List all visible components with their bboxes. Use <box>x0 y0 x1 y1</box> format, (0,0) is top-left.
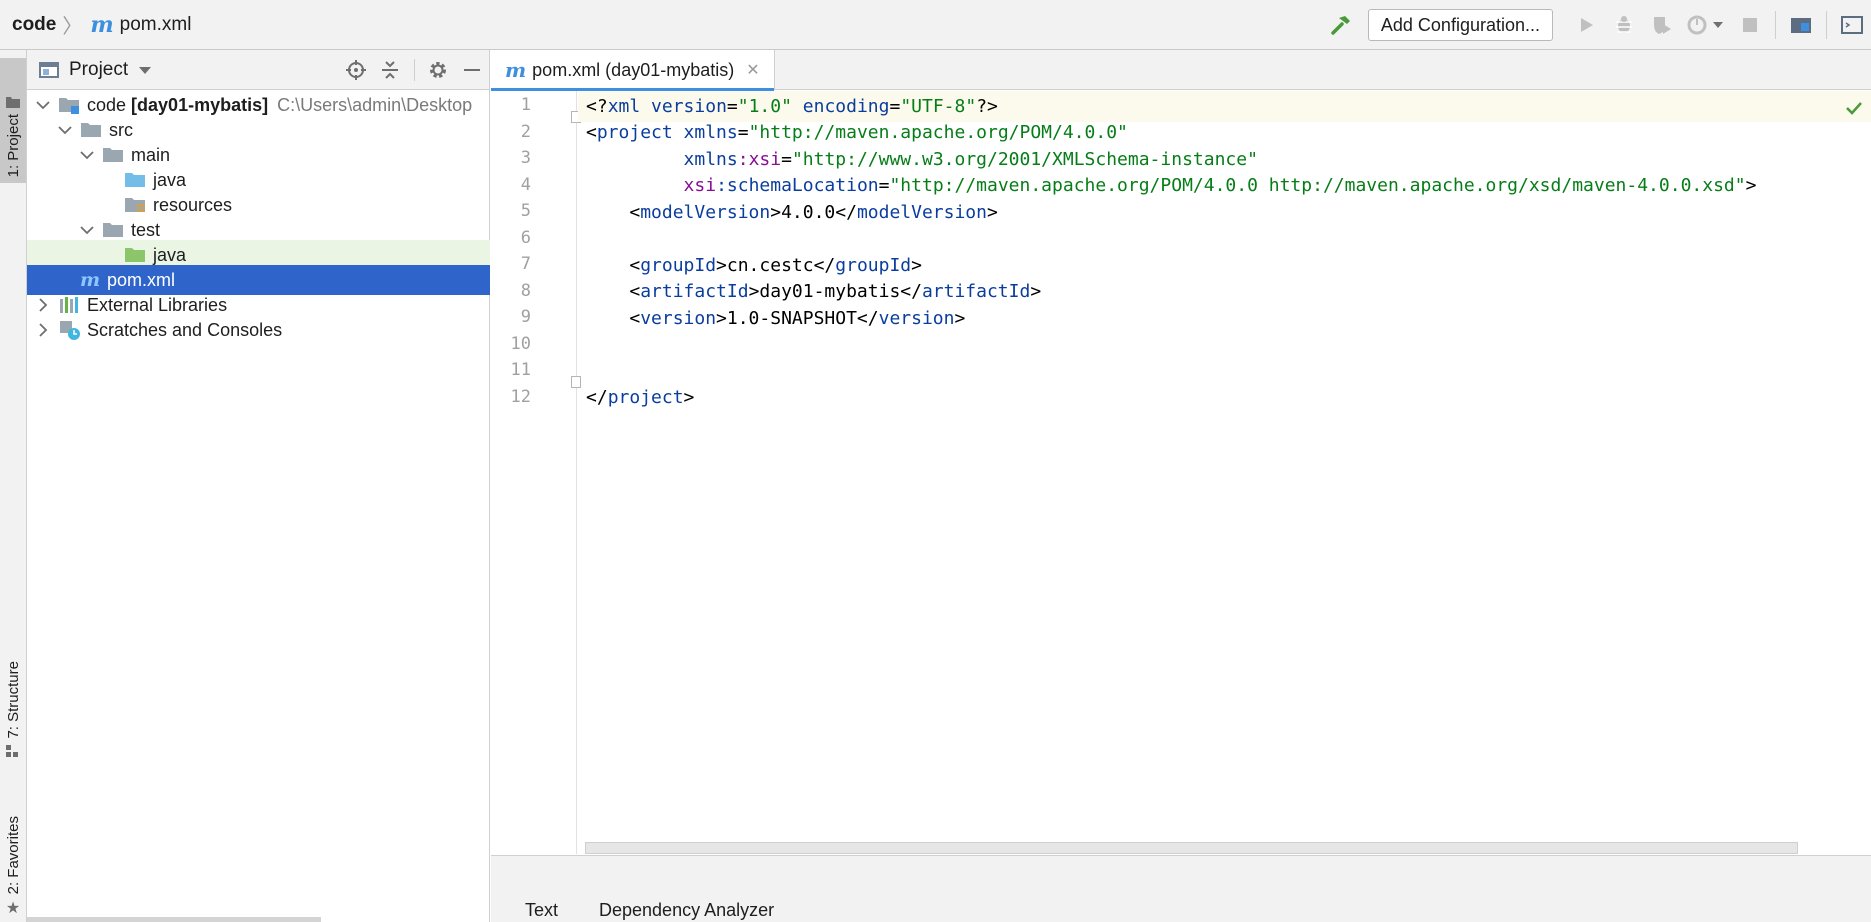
project-tool-label: 1: Project <box>4 113 22 177</box>
locate-file-icon[interactable] <box>339 53 373 87</box>
line-number: 11 <box>510 360 531 380</box>
dropdown-arrow-icon <box>139 66 152 74</box>
structure-tool-label: 7: Structure <box>4 661 22 739</box>
tree-node-label: code <box>87 94 127 115</box>
line-number: 1 <box>520 95 531 115</box>
no-problems-check-icon[interactable] <box>1845 100 1863 120</box>
line-number: 4 <box>520 175 531 195</box>
maven-file-icon: m <box>90 11 114 38</box>
tree-node-label: java <box>153 169 187 190</box>
toolbar-divider <box>1826 11 1827 39</box>
line-number: 6 <box>520 228 531 248</box>
breadcrumb-file[interactable]: pom.xml <box>120 14 192 36</box>
add-configuration-button[interactable]: Add Configuration... <box>1367 9 1553 41</box>
tree-node-label: resources <box>153 194 233 215</box>
settings-gear-icon[interactable] <box>421 53 455 87</box>
structure-tool-button[interactable]: 7: Structure <box>0 642 26 757</box>
toolbar: Add Configuration... <box>1322 0 1871 50</box>
profile-icon[interactable] <box>1685 10 1727 40</box>
run-with-coverage-icon[interactable] <box>1647 10 1677 40</box>
tab-pom-xml[interactable]: m pom.xml (day01-mybatis) ✕ <box>491 50 775 91</box>
breadcrumb: code 〉 m pom.xml <box>0 0 191 50</box>
source-folder-icon <box>125 171 147 189</box>
test-folder-icon <box>125 246 147 264</box>
maven-file-icon: m <box>79 269 101 291</box>
project-horizontal-scrollbar[interactable] <box>27 917 321 922</box>
libraries-icon <box>59 296 81 314</box>
project-panel-header: Project <box>27 50 489 90</box>
tool-window-stripe: 1: Project 7: Structure 2: Favorites ★ <box>0 50 27 922</box>
folder-icon <box>103 146 125 164</box>
navigation-bar: code 〉 m pom.xml Add Configuration... <box>0 0 1871 50</box>
project-panel-title: Project <box>69 58 129 80</box>
tree-node-label: java <box>153 244 187 265</box>
tree-node-label: test <box>131 219 161 240</box>
line-number: 5 <box>520 201 531 221</box>
close-icon[interactable]: ✕ <box>746 60 759 80</box>
tree-node-label: src <box>109 119 133 140</box>
line-number: 8 <box>520 281 531 301</box>
project-view-selector[interactable]: Project <box>27 59 152 81</box>
line-number: 7 <box>520 254 531 274</box>
expanded-chevron-icon[interactable] <box>79 147 95 163</box>
editor-tab-bar: m pom.xml (day01-mybatis) ✕ <box>491 50 1871 91</box>
line-number: 12 <box>510 387 531 407</box>
terminal-window-icon[interactable] <box>1837 10 1867 40</box>
collapsed-chevron-icon[interactable] <box>35 322 51 338</box>
collapsed-chevron-icon[interactable] <box>35 297 51 313</box>
run-icon[interactable] <box>1571 10 1601 40</box>
line-number: 10 <box>510 334 531 354</box>
breadcrumb-separator: 〉 <box>62 16 83 38</box>
tree-node-label: main <box>131 144 171 165</box>
module-name: [day01-mybatis] <box>131 94 269 115</box>
expanded-chevron-icon[interactable] <box>57 122 73 138</box>
tab-text[interactable]: Text <box>525 900 558 921</box>
module-folder-icon <box>59 96 81 114</box>
line-number: 2 <box>520 122 531 142</box>
scratches-icon <box>59 321 81 340</box>
project-structure-icon[interactable] <box>1786 10 1816 40</box>
structure-icon <box>6 745 18 757</box>
resources-folder-icon <box>125 196 147 214</box>
folder-icon <box>6 96 20 108</box>
module-path: C:\Users\admin\Desktop <box>277 94 473 115</box>
editor-bottom-tabs: Text Dependency Analyzer <box>491 855 1871 922</box>
stop-icon[interactable] <box>1735 10 1765 40</box>
tab-dependency-analyzer[interactable]: Dependency Analyzer <box>599 900 774 921</box>
star-icon: ★ <box>5 900 21 917</box>
tools-divider <box>407 53 421 87</box>
breadcrumb-root[interactable]: code <box>12 14 56 36</box>
tab-label: pom.xml (day01-mybatis) <box>532 59 735 80</box>
code-line-12: </project> <box>586 387 695 408</box>
tree-node-label: pom.xml <box>107 269 176 290</box>
folder-icon <box>103 221 125 239</box>
tree-node-label: External Libraries <box>87 294 228 315</box>
project-panel-tools <box>339 50 489 90</box>
collapse-all-icon[interactable] <box>373 53 407 87</box>
tree-node-scratches[interactable]: Scratches and Consoles <box>27 315 490 345</box>
line-number: 9 <box>520 307 531 327</box>
hide-panel-icon[interactable] <box>455 53 489 87</box>
favorites-tool-label: 2: Favorites <box>4 815 22 894</box>
debug-icon[interactable] <box>1609 10 1639 40</box>
project-view-icon <box>39 61 59 78</box>
project-tool-button[interactable]: 1: Project <box>0 58 26 183</box>
editor-horizontal-scrollbar[interactable] <box>585 842 1798 854</box>
expanded-chevron-icon[interactable] <box>79 222 95 238</box>
toolbar-divider <box>1775 11 1776 39</box>
favorites-tool-button[interactable]: 2: Favorites ★ <box>0 783 26 918</box>
expanded-chevron-icon[interactable] <box>35 97 51 113</box>
maven-file-icon: m <box>505 58 527 82</box>
line-number: 3 <box>520 148 531 168</box>
tree-node-label: Scratches and Consoles <box>87 319 283 340</box>
code-editor[interactable]: <?xml version="1.0" encoding="UTF-8"?> <… <box>578 91 1871 843</box>
editor-gutter: 1 2 3 4 5 6 7 8 9 10 11 12 <box>491 91 581 854</box>
folder-icon <box>81 121 103 139</box>
build-hammer-icon[interactable] <box>1326 10 1356 40</box>
project-panel: Project code [day01-mybatis] C:\Users\ad… <box>27 50 490 922</box>
